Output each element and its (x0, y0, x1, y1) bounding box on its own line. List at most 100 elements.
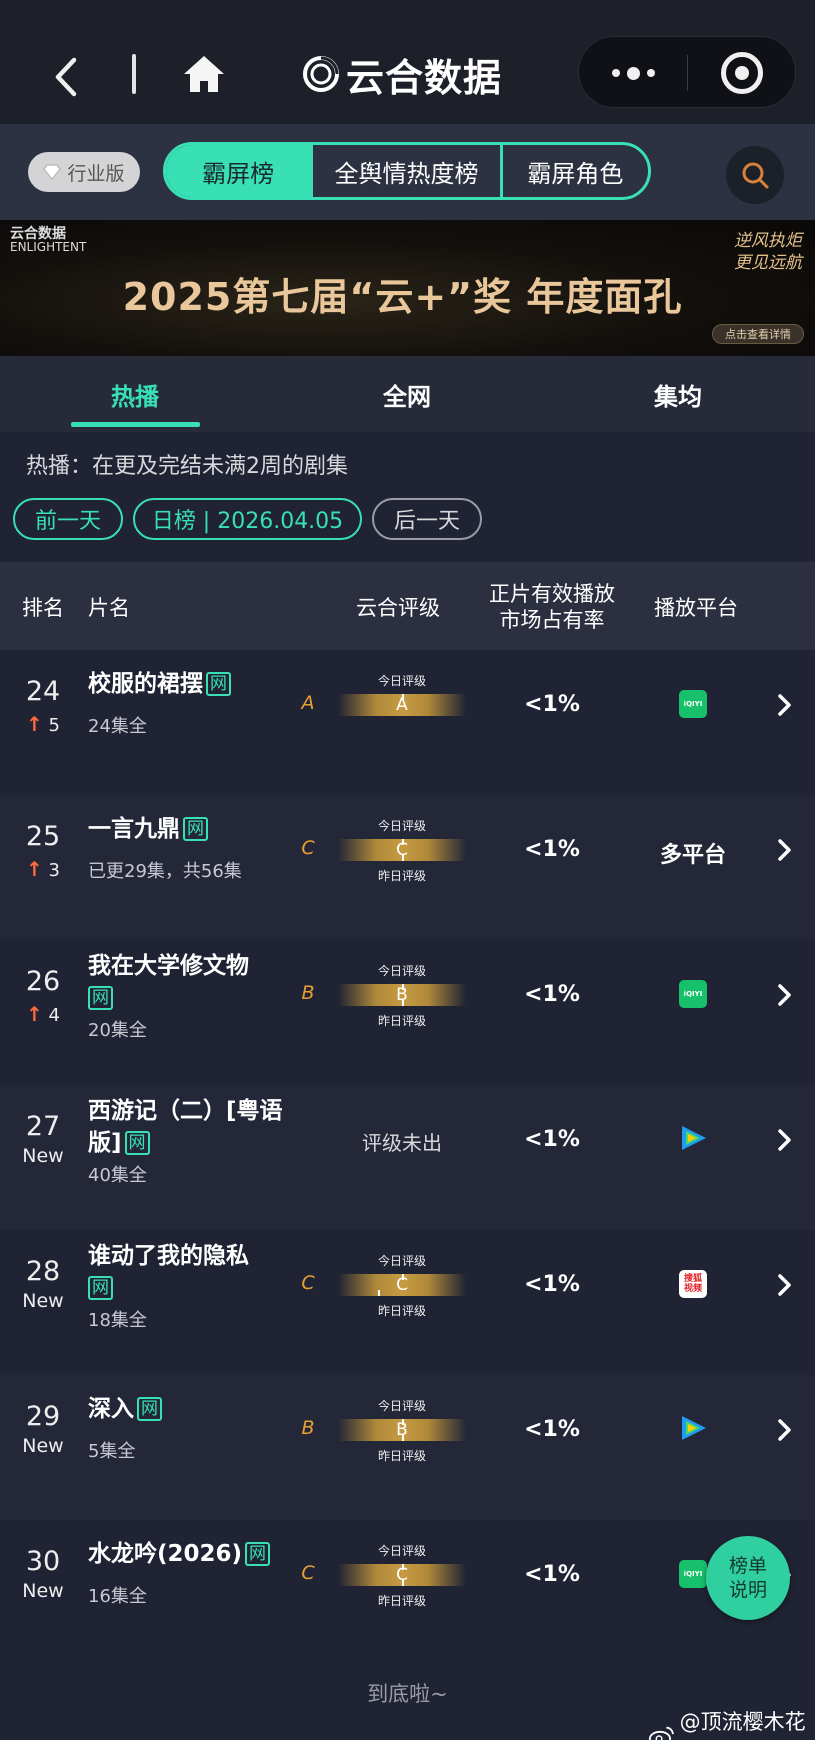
show-title: 我在大学修文物网 (88, 953, 249, 1010)
episode-info: 18集全 (88, 1310, 147, 1331)
weibo-icon (648, 1726, 674, 1740)
tab-quanyuqing[interactable]: 全舆情热度榜 (310, 145, 500, 197)
list-description: 热播：在更及完结未满2周的剧集 (26, 454, 348, 479)
table-row[interactable]: 28 New 谁动了我的隐私网 18集全 C 今日评级 C 昨日评级 <1% 搜… (0, 1230, 815, 1375)
show-title: 谁动了我的隐私网 (88, 1243, 249, 1300)
episode-info: 24集全 (88, 716, 147, 737)
table-row[interactable]: 24 ↑ 5 校服的裙摆网 24集全 A 今日评级 A <1% iQIYI (0, 650, 815, 795)
web-series-tag: 网 (183, 817, 208, 841)
active-tab-indicator (71, 422, 200, 427)
dot-icon (611, 69, 620, 77)
table-row[interactable]: 26 ↑ 4 我在大学修文物网 20集全 B 今日评级 B 昨日评级 <1% i… (0, 940, 815, 1085)
ranking-tab-group: 霸屏榜 全舆情热度榜 霸屏角色 (163, 142, 651, 200)
grade-bar: A (338, 694, 466, 716)
back-icon[interactable] (48, 52, 88, 102)
table-row[interactable]: 29 New 深入网 5集全 B 今日评级 B 昨日评级 <1% (0, 1375, 815, 1520)
market-share: <1% (524, 1127, 580, 1152)
home-icon[interactable] (182, 52, 226, 96)
grade-bar: C (338, 839, 466, 861)
tencent-video-icon (682, 1416, 706, 1440)
sohu-video-icon: 搜狐 视频 (679, 1270, 707, 1298)
chevron-right-icon[interactable] (772, 1415, 796, 1445)
platform-multi: 多平台 (659, 843, 726, 868)
rank-number: 28 (25, 1256, 61, 1287)
dot-icon (626, 66, 640, 80)
header-platform: 播放平台 (654, 596, 738, 620)
chevron-right-icon[interactable] (772, 835, 796, 865)
rank-number: 30 (25, 1546, 61, 1577)
up-arrow-icon: ↑ (26, 857, 43, 881)
date-picker-button[interactable]: 日榜 | 2026.04.05 (133, 498, 362, 540)
chevron-right-icon[interactable] (772, 980, 796, 1010)
episode-info: 5集全 (88, 1441, 136, 1462)
banner-slogan: 逆风执炬 更见远航 (734, 231, 802, 273)
header-rank: 排名 (22, 596, 64, 620)
tab-jijun[interactable]: 集均 (578, 356, 778, 432)
miniprogram-capsule (578, 36, 796, 108)
search-icon (742, 162, 769, 189)
rank-change: ↑ 3 (26, 857, 60, 881)
diamond-icon (43, 164, 62, 180)
rank-number: 25 (25, 821, 61, 852)
banner-detail-button[interactable]: 点击查看详情 (712, 324, 804, 344)
ranking-explanation-button[interactable]: 榜单 说明 (706, 1536, 790, 1620)
app-title: 云合数据 (302, 48, 502, 100)
up-arrow-icon: ↑ (26, 1002, 43, 1026)
yesterday-grade-label: 昨日评级 (377, 1594, 426, 1608)
grade-letter: C (301, 1562, 315, 1584)
tab-quanwang[interactable]: 全网 (307, 356, 507, 432)
table-row[interactable]: 25 ↑ 3 一言九鼎网 已更29集，共56集 C 今日评级 C 昨日评级 <1… (0, 795, 815, 940)
platform-sohu: 搜狐 视频 (648, 1270, 738, 1298)
today-grade-label: 今日评级 (377, 964, 426, 978)
yesterday-grade-label: 昨日评级 (377, 869, 426, 883)
tab-rebo[interactable]: 热播 (35, 356, 235, 432)
grade-letter: B (301, 982, 315, 1004)
category-nav: 行业版 霸屏榜 全舆情热度榜 霸屏角色 (0, 124, 815, 220)
market-share: <1% (524, 1272, 580, 1297)
header-share-line2: 市场占有率 (499, 608, 605, 632)
show-title: 一言九鼎网 (88, 813, 288, 845)
next-day-button[interactable]: 后一天 (372, 498, 482, 540)
rank-change: New (22, 1580, 64, 1602)
tab-bapingbang[interactable]: 霸屏榜 (166, 145, 311, 197)
rank-change: New (22, 1435, 64, 1457)
market-share: <1% (524, 982, 580, 1007)
search-button[interactable] (726, 146, 784, 204)
more-menu-button[interactable] (579, 37, 687, 109)
tencent-video-icon (682, 1126, 706, 1150)
episode-info: 已更29集，共56集 (88, 861, 242, 882)
rank-change: ↑ 4 (26, 1002, 60, 1026)
dot-icon (646, 69, 655, 77)
yesterday-grade-label: 昨日评级 (377, 1449, 426, 1463)
market-share: <1% (524, 692, 580, 717)
table-row[interactable]: 30 New 水龙吟(2026) 网 16集全 C 今日评级 C 昨日评级 <1%… (0, 1520, 815, 1665)
target-icon (721, 52, 763, 94)
no-rating-text: 评级未出 (362, 1131, 442, 1155)
iqiyi-icon: iQIYI (679, 690, 707, 718)
platform-iqiyi: iQIYI (648, 980, 738, 1008)
chevron-right-icon[interactable] (772, 1125, 796, 1155)
edition-badge[interactable]: 行业版 (28, 152, 140, 192)
tab-bapingjuese[interactable]: 霸屏角色 (499, 145, 648, 197)
close-miniprogram-button[interactable] (687, 37, 797, 109)
up-arrow-icon: ↑ (26, 712, 43, 736)
show-title: 西游记（二）[粤语版] 网 (88, 1098, 283, 1156)
web-series-tag: 网 (137, 1397, 162, 1421)
title-bar: 云合数据 (0, 0, 815, 124)
chevron-right-icon[interactable] (772, 1270, 796, 1300)
show-title: 水龙吟(2026) 网 (88, 1538, 288, 1570)
prev-day-button[interactable]: 前一天 (13, 498, 123, 540)
rank-number: 24 (25, 676, 61, 707)
today-grade-label: 今日评级 (377, 819, 426, 833)
grade-bar: C (338, 1274, 466, 1296)
table-row[interactable]: 27 New 西游记（二）[粤语版] 网 40集全 评级未出 <1% (0, 1085, 815, 1230)
platform-iqiyi: iQIYI (648, 690, 738, 718)
web-series-tag: 网 (88, 986, 113, 1010)
chevron-right-icon[interactable] (772, 690, 796, 720)
market-share: <1% (524, 1562, 580, 1587)
episode-info: 16集全 (88, 1586, 147, 1607)
edition-label: 行业版 (67, 162, 125, 185)
grade-letter: C (301, 837, 315, 859)
promo-banner[interactable]: 云合数据 ENLIGHTENT 2025第七届“云+”奖 年度面孔 逆风执炬 更见… (0, 220, 815, 356)
grade-letter: B (301, 1417, 315, 1439)
